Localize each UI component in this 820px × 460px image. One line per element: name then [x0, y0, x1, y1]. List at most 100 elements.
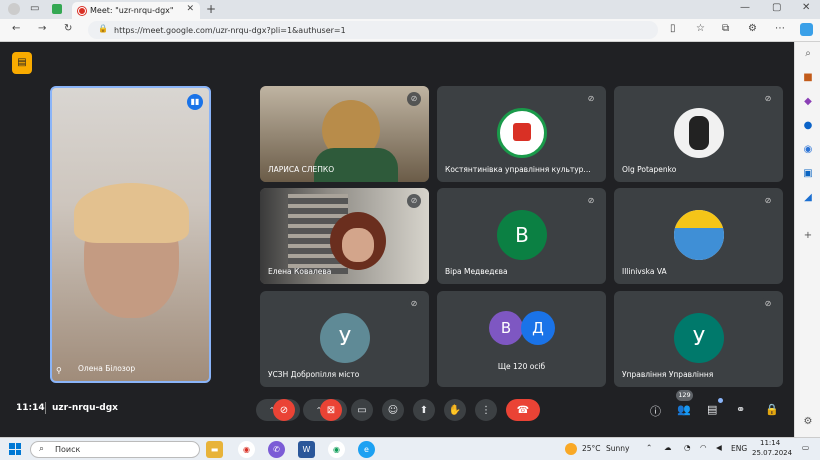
- new-tab-icon[interactable]: +: [206, 2, 216, 16]
- sidebar-settings-icon[interactable]: ⚙: [795, 416, 820, 427]
- info-icon[interactable]: ⓘ: [650, 403, 661, 419]
- people-icon[interactable]: 👥: [677, 403, 691, 416]
- mic-off-icon: ⊘: [407, 92, 421, 106]
- search-icon[interactable]: ⌕: [795, 48, 820, 59]
- avatar-letter: В: [500, 319, 512, 337]
- participant-tile[interactable]: ⊘ Illinivska VA: [614, 188, 783, 284]
- browser-tab-meet[interactable]: Meet: "uzr-nrqu-dgx" ✕: [72, 2, 200, 19]
- edge-icon[interactable]: e: [358, 441, 375, 458]
- collections-icon[interactable]: ⧉: [722, 23, 729, 34]
- recording-icon: [78, 7, 86, 15]
- raise-hand-button[interactable]: ✋: [444, 399, 466, 421]
- chat-icon[interactable]: ▤: [707, 403, 717, 416]
- participants-count-badge: 129: [676, 390, 693, 401]
- taskbar-search[interactable]: ⌕ Поиск: [30, 441, 200, 458]
- present-button[interactable]: ⬆: [413, 399, 435, 421]
- participant-tile[interactable]: ⊘ ЛАРИСА СЛЕПКО: [260, 86, 429, 182]
- microsoft365-icon[interactable]: ◉: [795, 144, 820, 155]
- back-icon[interactable]: ←: [12, 23, 20, 34]
- search-label: Поиск: [55, 445, 81, 454]
- windows-start-icon[interactable]: [9, 443, 21, 455]
- camera-off-icon: ⊠: [326, 404, 336, 416]
- reload-icon[interactable]: ↻: [64, 23, 72, 34]
- games-icon[interactable]: ●: [795, 120, 820, 131]
- pin-icon[interactable]: ⚲: [56, 366, 62, 375]
- favorites-icon[interactable]: ☆: [696, 23, 705, 34]
- mic-off-icon: ⊘: [761, 194, 775, 208]
- participant-avatar: В: [489, 311, 523, 345]
- participant-tile[interactable]: У ⊘ Управління Управління: [614, 291, 783, 387]
- meeting-time: 11:14: [16, 403, 45, 413]
- copilot-icon[interactable]: [800, 23, 813, 36]
- profile-icon[interactable]: [8, 3, 20, 15]
- volume-icon[interactable]: ◀: [716, 443, 722, 452]
- language-indicator[interactable]: ENG: [731, 444, 747, 453]
- hand-icon: ✋: [448, 404, 462, 416]
- tab-title: Meet: "uzr-nrqu-dgx": [90, 6, 174, 15]
- extensions-icon[interactable]: ⚙: [748, 23, 757, 34]
- avatar-letter: У: [692, 326, 706, 350]
- participant-name: Управління Управління: [622, 370, 714, 379]
- mic-off-icon: ⊘: [584, 194, 598, 208]
- address-bar[interactable]: 🔒 https://meet.google.com/uzr-nrqu-dgx?p…: [88, 21, 658, 39]
- add-sidebar-icon[interactable]: +: [795, 230, 820, 241]
- more-options-button[interactable]: ⋮: [475, 399, 497, 421]
- browser-tab-bar: ▭ Meet: "uzr-nrqu-dgx" ✕ + — ▢ ✕: [0, 0, 820, 19]
- host-controls-icon[interactable]: 🔒: [765, 403, 779, 416]
- viber-icon[interactable]: ✆: [268, 441, 285, 458]
- clock-time[interactable]: 11:14: [760, 439, 780, 447]
- main-participant-tile[interactable]: ▮▮ ⚲ Олена Білозор: [50, 86, 211, 383]
- file-explorer-icon[interactable]: ▬: [206, 441, 223, 458]
- outlook-icon[interactable]: ▣: [795, 168, 820, 179]
- more-participants-tile[interactable]: В Д Ще 120 осіб: [437, 291, 606, 387]
- participant-tile[interactable]: ⊘ Olg Potapenko: [614, 86, 783, 182]
- drop-icon[interactable]: ◢: [795, 192, 820, 203]
- browser-sidebar: ⌕ ■ ◆ ● ◉ ▣ ◢ + ⚙: [794, 42, 820, 437]
- mic-off-icon: ⊘: [761, 92, 775, 106]
- participant-hair: [74, 183, 189, 243]
- participant-avatar: В: [497, 210, 547, 260]
- menu-icon[interactable]: ⋯: [775, 23, 785, 34]
- network-icon[interactable]: ◔: [684, 443, 691, 452]
- captions-button[interactable]: ▭: [351, 399, 373, 421]
- split-screen-icon[interactable]: ▯: [670, 23, 676, 34]
- close-tab-icon[interactable]: ✕: [186, 4, 194, 14]
- word-icon[interactable]: W: [298, 441, 315, 458]
- activity-icon[interactable]: ▤: [12, 52, 32, 74]
- leave-call-button[interactable]: ☎: [506, 399, 540, 421]
- notifications-icon[interactable]: ▭: [802, 443, 809, 452]
- avatar-letter: В: [515, 223, 529, 247]
- activities-icon[interactable]: ⚭: [736, 403, 745, 416]
- chrome-icon[interactable]: ◉: [238, 441, 255, 458]
- participant-tile[interactable]: ⊘ Костянтинівка управління культур...: [437, 86, 606, 182]
- shopping-icon[interactable]: ■: [795, 72, 820, 83]
- hang-up-icon: ☎: [516, 404, 530, 416]
- close-window-icon[interactable]: ✕: [802, 2, 810, 13]
- participant-tile[interactable]: ⊘ Елена Ковалева: [260, 188, 429, 284]
- wifi-icon[interactable]: ◠: [700, 443, 707, 452]
- participant-name: Олена Білозор: [78, 364, 136, 373]
- chrome-profile-icon[interactable]: ◉: [328, 441, 345, 458]
- mic-toggle-button[interactable]: ⊘: [273, 399, 295, 421]
- weather-icon: [565, 443, 577, 455]
- forward-icon[interactable]: →: [38, 23, 46, 34]
- participant-name: Illinivska VA: [622, 267, 667, 276]
- participant-tile[interactable]: В ⊘ Віра Медведєва: [437, 188, 606, 284]
- mic-off-icon: ⊘: [407, 297, 421, 311]
- participant-logo: [497, 108, 547, 158]
- onedrive-icon[interactable]: ☁: [664, 443, 672, 452]
- reactions-button[interactable]: ☺: [382, 399, 404, 421]
- camera-toggle-button[interactable]: ⊠: [320, 399, 342, 421]
- chat-notification-dot: [718, 398, 723, 403]
- divider: [45, 402, 46, 414]
- maximize-icon[interactable]: ▢: [772, 2, 781, 13]
- mic-off-icon: ⊘: [761, 297, 775, 311]
- participant-tile[interactable]: У ⊘ УСЗН Добропілля місто: [260, 291, 429, 387]
- tray-chevron-icon[interactable]: ⌃: [646, 443, 652, 452]
- clock-date[interactable]: 25.07.2024: [752, 449, 792, 457]
- minimize-icon[interactable]: —: [740, 2, 750, 13]
- tools-icon[interactable]: ◆: [795, 96, 820, 107]
- tab-actions-icon[interactable]: ▭: [30, 3, 39, 14]
- avatar-letter: Д: [532, 319, 544, 337]
- url-text: https://meet.google.com/uzr-nrqu-dgx?pli…: [114, 25, 346, 35]
